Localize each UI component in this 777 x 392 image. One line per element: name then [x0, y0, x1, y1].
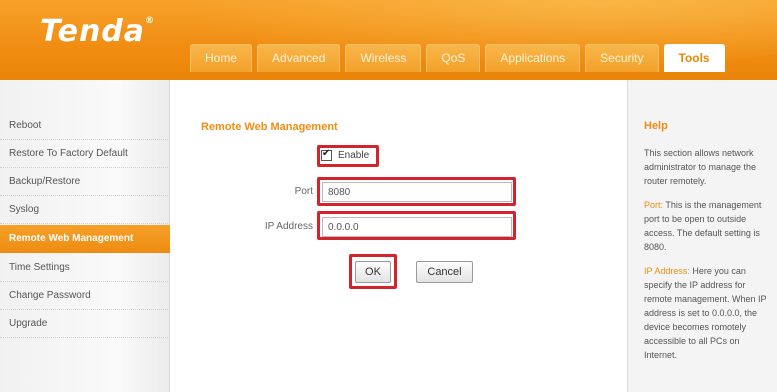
sidebar-item-syslog[interactable]: Syslog — [0, 196, 170, 224]
help-panel: Help This section allows network adminis… — [627, 80, 777, 392]
cancel-button[interactable]: Cancel — [416, 261, 473, 283]
ok-button[interactable]: OK — [355, 261, 391, 283]
ip-address-label: IP Address — [264, 221, 313, 232]
sidebar-item-time-settings[interactable]: Time Settings — [0, 254, 170, 282]
sidebar-item-backup-restore[interactable]: Backup/Restore — [0, 168, 170, 196]
tab-applications[interactable]: Applications — [485, 44, 581, 72]
help-intro: This section allows network administrato… — [644, 148, 757, 186]
ip-address-input[interactable] — [322, 217, 512, 237]
help-ip-paragraph: IP Address: Here you can specify the IP … — [644, 264, 769, 362]
enable-row: Enable — [321, 148, 370, 161]
page-title: Remote Web Management — [201, 121, 338, 133]
sidebar-item-remote-web-management[interactable]: Remote Web Management — [0, 225, 170, 253]
main-panel: Remote Web Management Enable Port IP Add… — [171, 80, 626, 392]
header-banner: Tenda® Home Advanced Wireless QoS Applic… — [0, 0, 777, 80]
tab-tools[interactable]: Tools — [663, 44, 725, 72]
help-ip-text: Here you can specify the IP address for … — [644, 266, 767, 360]
tab-security[interactable]: Security — [585, 44, 659, 72]
enable-label: Enable — [338, 150, 370, 161]
sidebar-item-reboot[interactable]: Reboot — [0, 112, 170, 140]
help-title: Help — [644, 120, 668, 132]
tenda-logo: Tenda® — [40, 14, 155, 49]
logo-text: Tenda — [40, 14, 146, 49]
help-port-keyword: Port: — [644, 200, 664, 210]
port-label: Port — [294, 186, 313, 197]
port-input[interactable] — [322, 182, 512, 202]
help-ip-keyword: IP Address: — [644, 266, 690, 276]
sidebar-item-upgrade[interactable]: Upgrade — [0, 310, 170, 338]
tab-wireless[interactable]: Wireless — [345, 44, 422, 72]
registered-mark: ® — [145, 16, 156, 26]
sidebar-item-change-password[interactable]: Change Password — [0, 282, 170, 310]
sidebar-item-restore-factory-default[interactable]: Restore To Factory Default — [0, 140, 170, 168]
help-port-paragraph: Port: This is the management port to be … — [644, 198, 769, 254]
tab-home[interactable]: Home — [190, 44, 253, 72]
tab-advanced[interactable]: Advanced — [257, 44, 341, 72]
enable-checkbox[interactable] — [321, 148, 332, 161]
tab-qos[interactable]: QoS — [426, 44, 481, 72]
top-nav-tabs: Home Advanced Wireless QoS Applications … — [190, 44, 725, 72]
sidebar: Reboot Restore To Factory Default Backup… — [0, 80, 170, 392]
